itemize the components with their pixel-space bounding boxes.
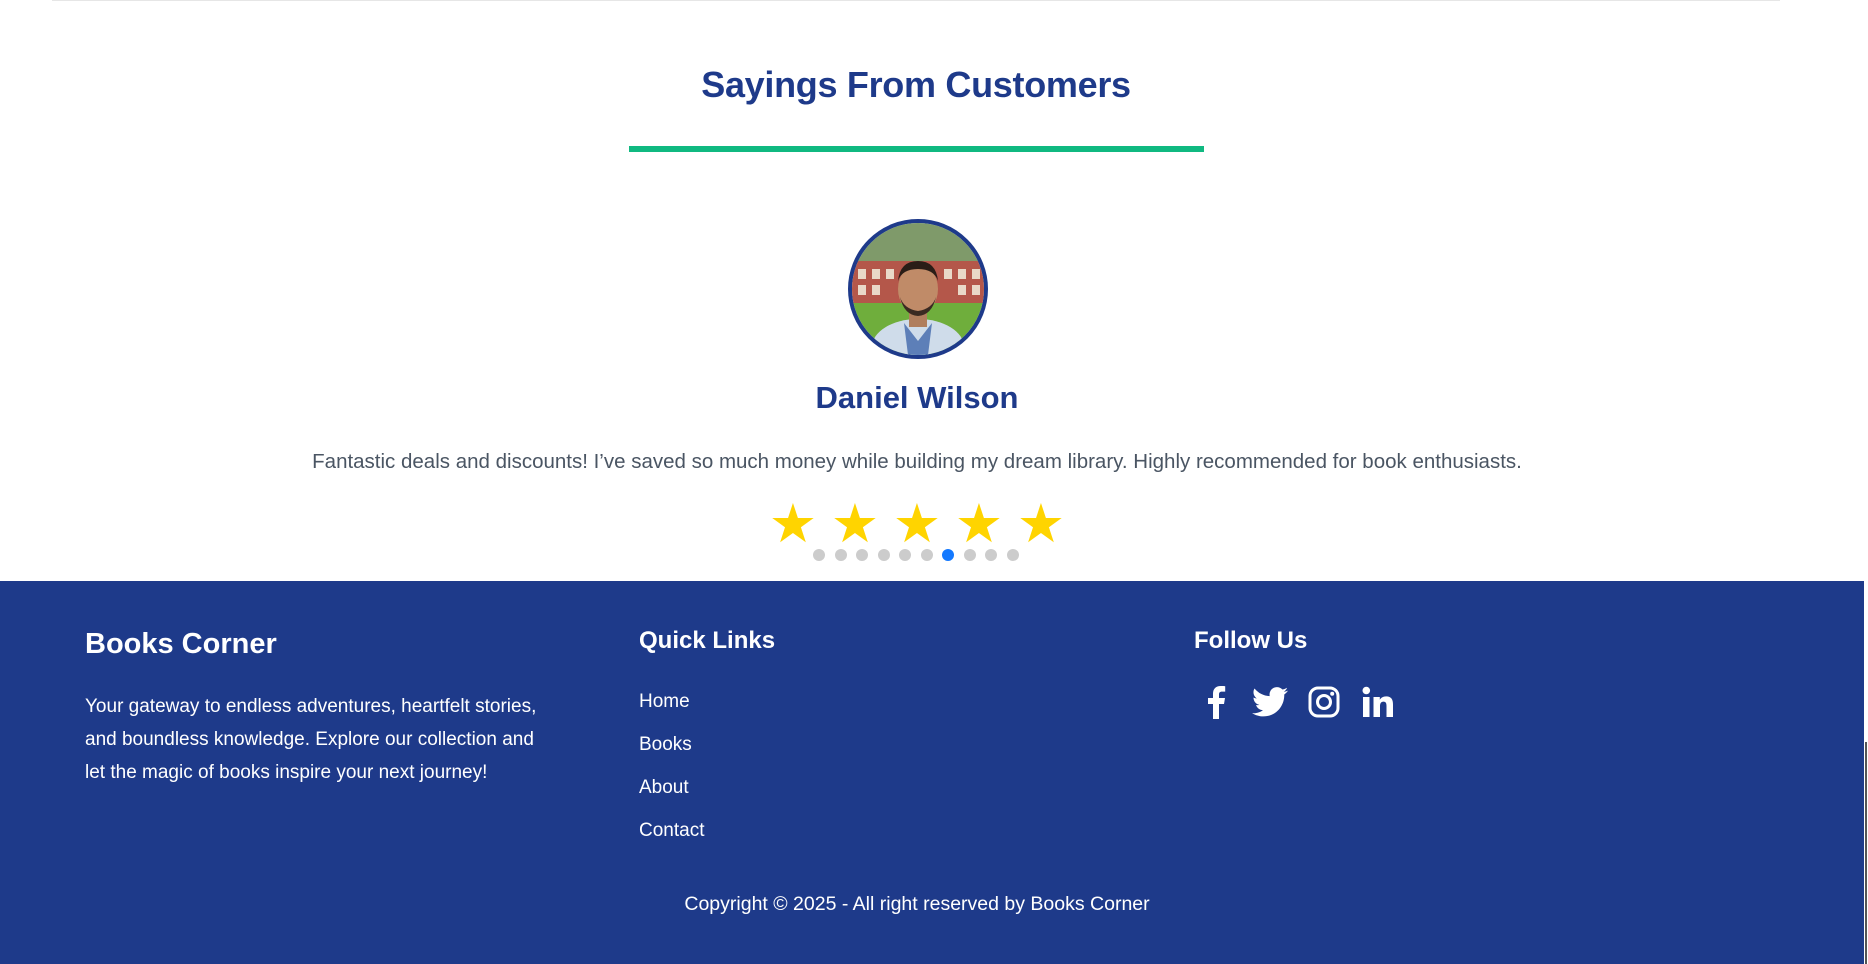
footer: Books Corner Your gateway to endless adv… [0,581,1864,964]
customer-avatar [848,219,988,359]
footer-link-contact[interactable]: Contact [639,819,704,862]
testimonial-quote: Fantastic deals and discounts! I’ve save… [312,450,1522,473]
copyright-text: Copyright © 2025 - All right reserved by… [684,893,1150,915]
footer-link-about[interactable]: About [639,776,704,819]
section-title: Sayings From Customers [701,64,1131,105]
customer-name: Daniel Wilson [815,380,1019,415]
star-rating: ★ ★ ★ ★ ★ [0,494,1834,554]
star-icon: ★ [954,494,1004,554]
instagram-icon[interactable] [1304,682,1344,722]
twitter-icon[interactable] [1250,682,1290,722]
star-icon: ★ [830,494,880,554]
follow-us-title: Follow Us [1194,627,1308,654]
scrollbar-thumb[interactable] [1865,742,1867,964]
star-icon: ★ [768,494,818,554]
carousel-dot[interactable] [985,549,997,561]
title-underline [629,146,1204,152]
section-divider [52,0,1780,1]
carousel-dot[interactable] [963,549,976,561]
footer-about-text: Your gateway to endless adventures, hear… [85,696,537,783]
carousel-dot[interactable] [899,549,911,561]
facebook-icon[interactable] [1196,682,1236,722]
carousel-dot[interactable] [834,549,847,561]
carousel-dot[interactable] [877,549,890,561]
quick-links-title: Quick Links [639,627,776,654]
footer-brand: Books Corner [85,628,277,660]
footer-link-home[interactable]: Home [639,690,704,733]
carousel-dot[interactable] [856,549,868,561]
linkedin-icon[interactable] [1358,682,1398,722]
carousel-dot[interactable] [920,549,933,561]
carousel-dot[interactable] [1006,549,1019,561]
star-icon: ★ [1016,494,1066,554]
star-icon: ★ [892,494,942,554]
carousel-dot[interactable] [813,549,825,561]
quick-links-list: Home Books About Contact [639,690,704,862]
footer-link-books[interactable]: Books [639,733,704,776]
carousel-dot[interactable] [942,549,954,561]
